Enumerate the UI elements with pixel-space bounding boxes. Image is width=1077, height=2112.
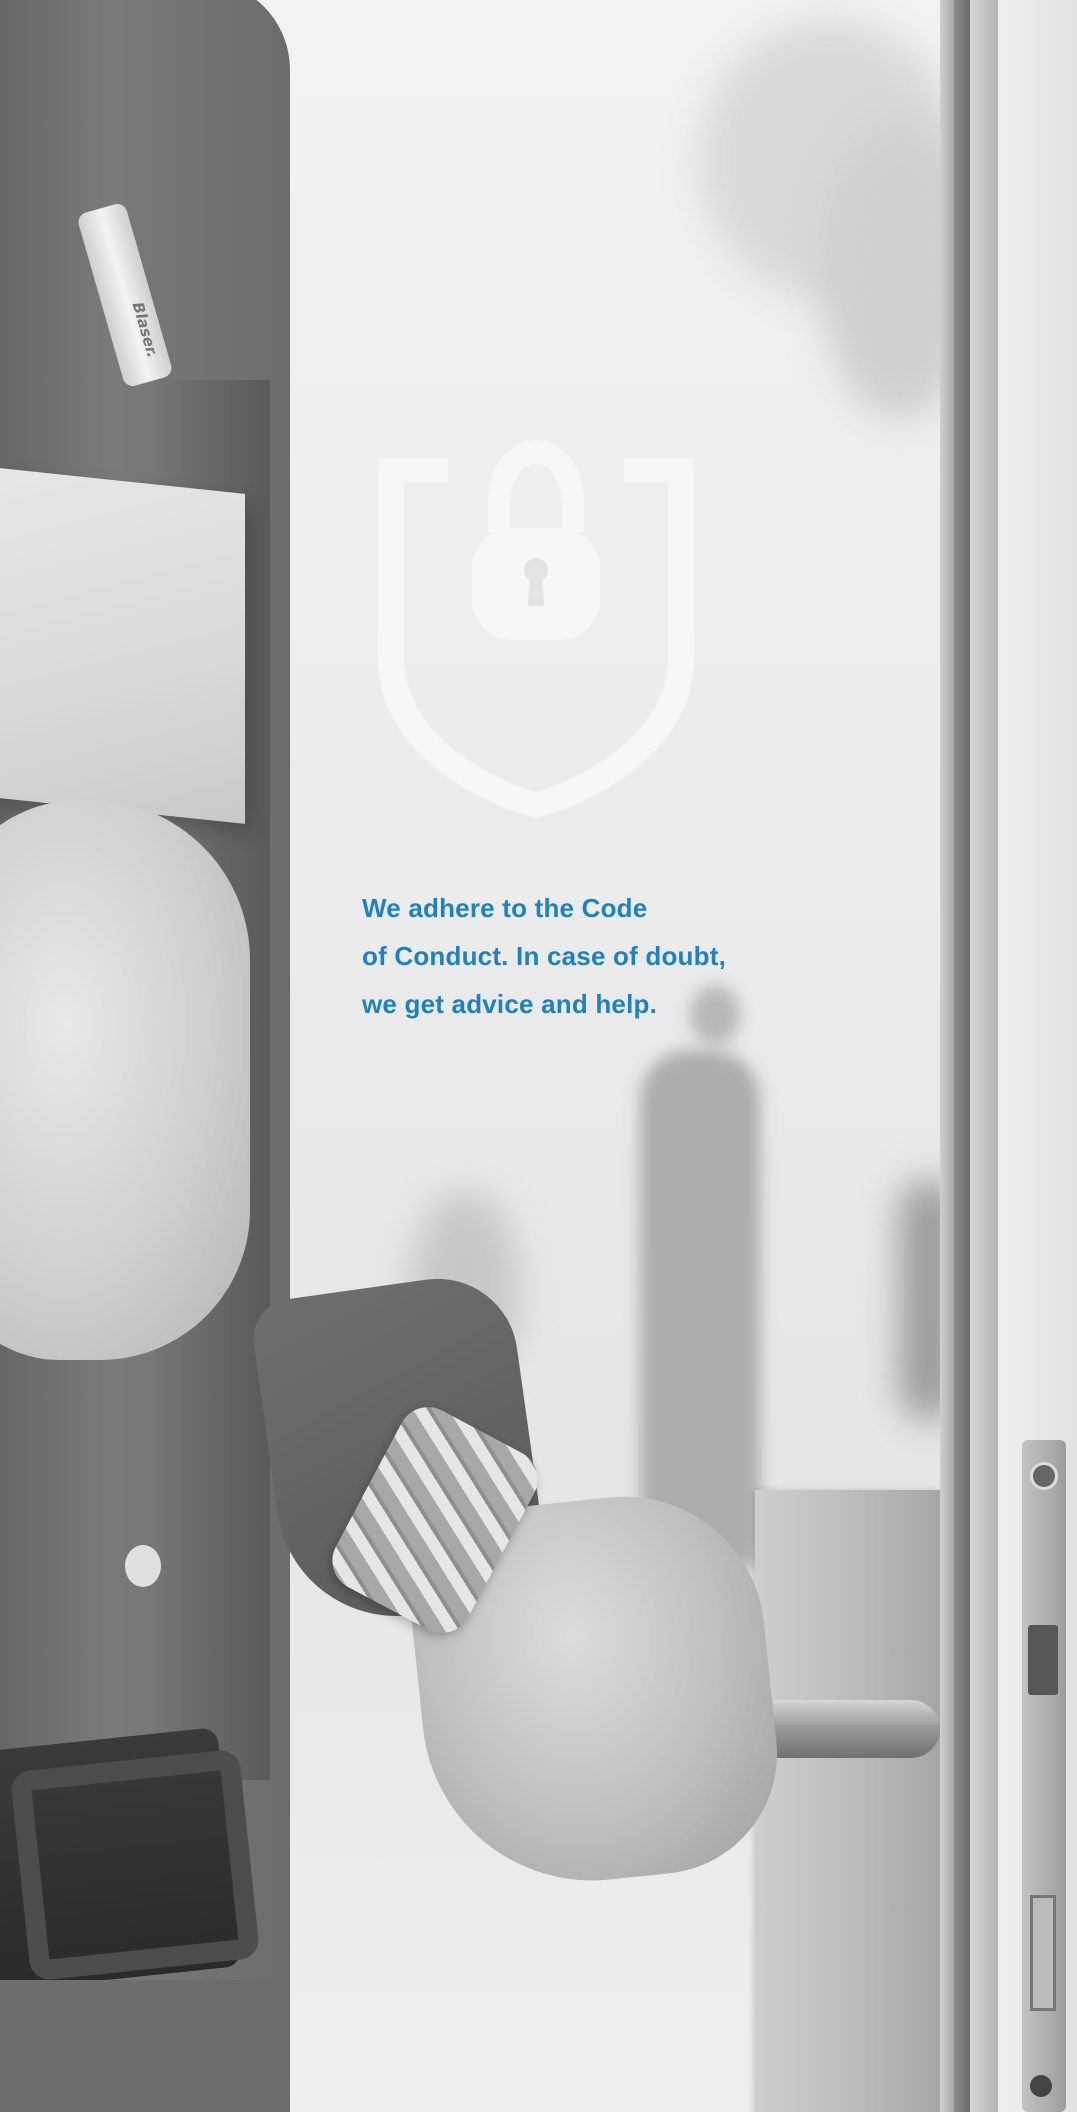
message-line: We adhere to the Code	[362, 893, 648, 923]
message-line: of Conduct. In case of doubt,	[362, 941, 726, 971]
papers	[0, 466, 245, 824]
pants	[0, 1980, 270, 2112]
lock-slot	[1030, 1895, 1056, 2011]
left-hand	[0, 800, 250, 1360]
lock-screw	[1030, 1462, 1058, 1490]
shirt-button	[125, 1545, 161, 1587]
background-person	[640, 1050, 760, 1570]
belt-buckle	[9, 1748, 261, 1982]
door-lock-plate	[1022, 1440, 1066, 2112]
door-frame	[940, 0, 954, 2112]
door-handle-plate	[755, 1490, 940, 2112]
code-of-conduct-message: We adhere to the Code of Conduct. In cas…	[362, 884, 782, 1028]
shield-lock-icon	[378, 440, 694, 818]
photo-scene: Blaser. We adhere to the Code of Conduct…	[0, 0, 1077, 2112]
message-line: we get advice and help.	[362, 989, 658, 1019]
lock-latch	[1028, 1625, 1058, 1695]
door-frame	[970, 0, 998, 2112]
door-frame	[954, 0, 970, 2112]
lock-screw	[1030, 2075, 1052, 2097]
